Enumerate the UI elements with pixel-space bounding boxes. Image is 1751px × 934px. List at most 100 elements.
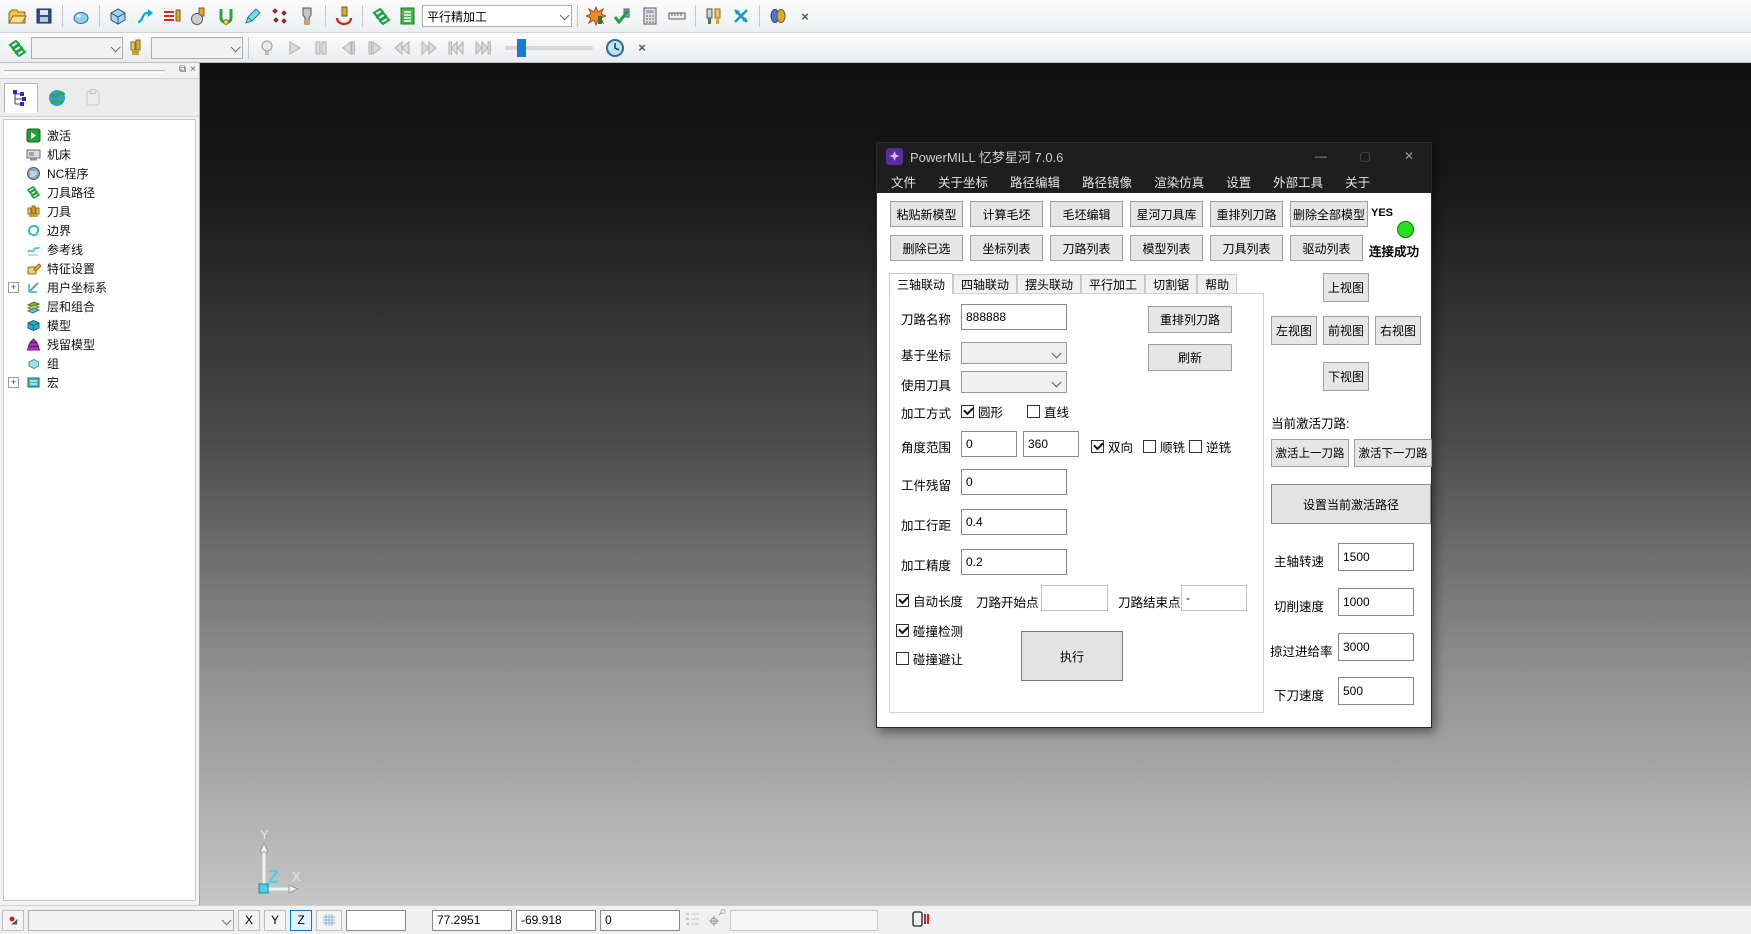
close-button[interactable]: ✕ [1387,143,1431,169]
play-icon[interactable] [281,35,307,61]
grid-snap-icon[interactable] [316,910,342,931]
go-to-end-icon[interactable] [470,35,496,61]
tree-item-macros[interactable]: +宏 [4,373,195,392]
angle-from-input[interactable] [961,431,1017,457]
circle-checkbox[interactable]: 圆形 [961,402,1003,421]
suspend-icon[interactable] [910,910,932,931]
tree-item-nc-programs[interactable]: NC程序 [4,164,195,183]
tree-item-toolpaths[interactable]: 刀具路径 [4,183,195,202]
auto-length-checkbox[interactable]: 自动长度 [896,591,963,610]
grid-size-field[interactable] [346,910,406,931]
coord-base-dropdown[interactable] [961,342,1067,364]
paste-model-button[interactable]: 粘贴新模型 [890,201,963,227]
tab-help[interactable]: 帮助 [1197,274,1237,294]
execute-button[interactable]: 执行 [1021,631,1123,681]
simulation-speed-slider[interactable] [505,46,593,50]
tab-explorer-tree[interactable] [4,83,38,113]
tree-item-feature-sets[interactable]: 特征设置 [4,259,195,278]
menu-about[interactable]: 关于 [1345,172,1370,191]
angle-to-input[interactable] [1023,431,1079,457]
model-list-button[interactable]: 模型列表 [1130,235,1203,261]
line-checkbox[interactable]: 直线 [1027,402,1069,421]
bidirectional-checkbox[interactable]: 双向 [1091,437,1133,456]
toolbar-close-icon[interactable]: × [792,3,818,29]
go-to-start-icon[interactable] [443,35,469,61]
sim-toolpath-combobox[interactable] [31,37,123,59]
tree-item-boundaries[interactable]: 边界 [4,221,195,240]
tool-database-icon[interactable] [701,3,727,29]
tab-swivel-head[interactable]: 摆头联动 [1017,274,1081,294]
tree-item-models[interactable]: 模型 [4,316,195,335]
tree-item-machine[interactable]: 机床 [4,145,195,164]
dialog-titlebar[interactable]: PowerMILL 忆梦星河 7.0.6 — ▢ ✕ [877,143,1431,169]
slider-handle[interactable] [517,39,526,57]
plunge-tool-icon[interactable] [331,3,357,29]
rapid-moves-icon[interactable] [159,3,185,29]
menu-file[interactable]: 文件 [891,172,916,191]
tool-holder-icon[interactable] [294,3,320,29]
tab-3axis[interactable]: 三轴联动 [889,273,953,294]
use-tool-dropdown[interactable] [961,371,1067,393]
open-project-icon[interactable] [4,3,30,29]
menu-settings[interactable]: 设置 [1226,172,1251,191]
drive-list-button[interactable]: 驱动列表 [1290,235,1363,261]
panel-grip[interactable] [4,70,165,73]
toolpath-list-button[interactable]: 刀路列表 [1050,235,1123,261]
stepover-input[interactable] [961,509,1067,535]
feed-rate-icon[interactable] [132,3,158,29]
pattern-pencil-icon[interactable] [240,3,266,29]
fast-forward-icon[interactable] [416,35,442,61]
menu-external-tools[interactable]: 外部工具 [1273,172,1323,191]
tool-library-button[interactable]: 星河刀具库 [1130,201,1203,227]
calc-stock-button[interactable]: 计算毛坯 [970,201,1043,227]
view-right-button[interactable]: 右视图 [1375,316,1421,345]
tree-item-patterns[interactable]: 参考线 [4,240,195,259]
skim-feed-input[interactable] [1338,633,1414,661]
menu-coords[interactable]: 关于坐标 [938,172,988,191]
tool-list-button[interactable]: 刀具列表 [1210,235,1283,261]
cutting-speed-input[interactable] [1338,588,1414,616]
expand-icon[interactable]: + [8,377,19,388]
view-front-button[interactable]: 前视图 [1323,316,1369,345]
axis-y-button[interactable]: Y [264,910,286,931]
tree-item-levels[interactable]: 层和组合 [4,297,195,316]
statusbar-combobox[interactable] [28,910,234,931]
activate-next-toolpath-button[interactable]: 激活下一刀路 [1354,439,1432,467]
toolpath-strategy-icon[interactable] [368,3,394,29]
coord-list-button[interactable]: 坐标列表 [970,235,1043,261]
step-back-icon[interactable] [335,35,361,61]
tree-item-workplanes[interactable]: +用户坐标系 [4,278,195,297]
delete-selected-button[interactable]: 删除已选 [890,235,963,261]
conventional-mill-checkbox[interactable]: 逆铣 [1189,437,1231,456]
calculator-icon[interactable] [637,3,663,29]
collision-avoid-checkbox[interactable]: 碰撞避让 [896,649,963,668]
points-icon[interactable] [267,3,293,29]
viewport-3d[interactable]: Y X Z PowerMILL 忆梦星河 7.0.6 — ▢ ✕ 文件 关于坐标… [200,63,1751,905]
rearrange-button[interactable]: 重排列刀路 [1148,306,1232,333]
tree-item-activate[interactable]: 激活 [4,126,195,145]
delete-all-models-button[interactable]: 删除全部模型 [1290,201,1368,227]
tab-explorer-web[interactable] [40,83,74,113]
rewind-icon[interactable] [389,35,415,61]
tab-4axis[interactable]: 四轴联动 [953,274,1017,294]
toolbar2-close-icon[interactable]: × [629,35,655,61]
spindle-speed-input[interactable] [1338,543,1414,571]
probe-icon[interactable] [706,909,726,932]
sim-tool-combobox[interactable] [151,37,243,59]
refresh-button[interactable]: 刷新 [1148,344,1232,371]
clock-icon[interactable] [602,35,628,61]
transform-icon[interactable] [728,3,754,29]
tab-explorer-clipboard[interactable] [76,83,110,113]
activate-prev-toolpath-button[interactable]: 激活上一刀路 [1271,439,1349,467]
strategy-combobox[interactable]: 平行精加工 [422,5,572,27]
calculate-toolpath-icon[interactable] [583,3,609,29]
view-bottom-button[interactable]: 下视图 [1323,362,1369,391]
axis-z-button[interactable]: Z [290,910,312,931]
maximize-button[interactable]: ▢ [1343,143,1387,169]
simulate-check-icon[interactable] [610,3,636,29]
set-active-path-button[interactable]: 设置当前激活路径 [1271,484,1431,524]
save-project-icon[interactable] [31,3,57,29]
expand-icon[interactable]: + [8,282,19,293]
toolpath-end-input[interactable] [1181,585,1247,611]
tree-item-stock-models[interactable]: 残留模型 [4,335,195,354]
